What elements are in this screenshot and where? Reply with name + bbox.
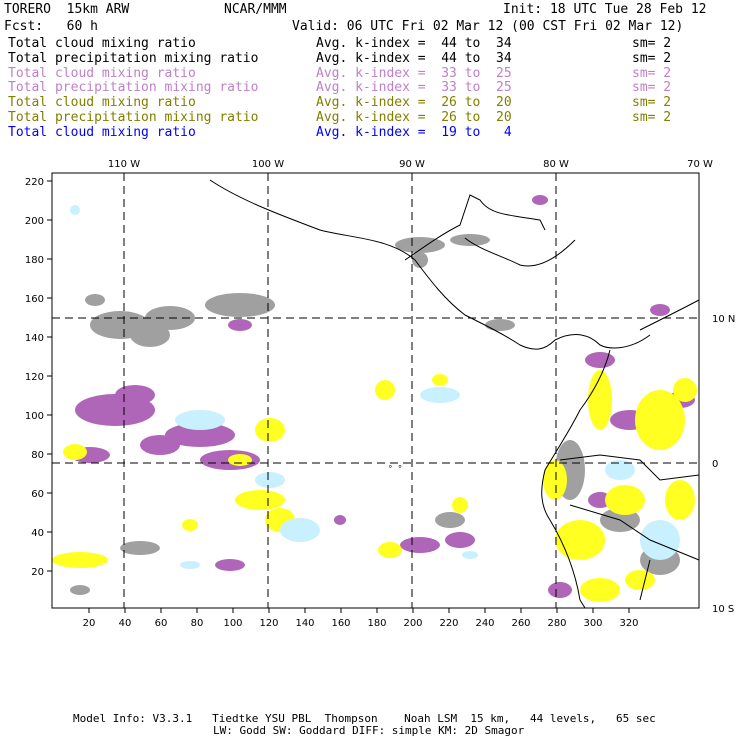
cloud-field-yellow xyxy=(543,460,567,500)
cloud-field-lightblue xyxy=(70,205,80,215)
cloud-field-lightblue xyxy=(175,410,225,430)
cloud-field-yellow xyxy=(452,497,468,513)
y-tick-label: 100 xyxy=(25,411,44,422)
x-tick-label: 180 xyxy=(367,618,386,629)
cloud-field-yellow xyxy=(588,370,612,430)
cloud-field-lightblue xyxy=(280,518,320,542)
longitude-label: 80 W xyxy=(543,159,569,170)
cloud-field-yellow xyxy=(580,578,620,602)
x-tick-label: 20 xyxy=(83,618,96,629)
cloud-field-gray xyxy=(435,512,465,528)
x-tick-label: 300 xyxy=(583,618,602,629)
cloud-field-yellow xyxy=(605,485,645,515)
cloud-field-yellow xyxy=(63,444,87,460)
footer-line-2: LW: Godd SW: Goddard DIFF: simple KM: 2D… xyxy=(213,724,525,737)
cloud-field-gray xyxy=(205,293,275,317)
x-tick-label: 100 xyxy=(223,618,242,629)
latitude-label: 10 N xyxy=(712,314,735,325)
x-tick-label: 80 xyxy=(191,618,204,629)
cloud-field-purple xyxy=(650,304,670,316)
cloud-field-purple xyxy=(215,559,245,571)
cloud-field-yellow xyxy=(235,490,285,510)
cloud-field-gray xyxy=(450,234,490,246)
cloud-field-yellow xyxy=(665,480,695,520)
x-tick-label: 320 xyxy=(619,618,638,629)
longitude-label: 100 W xyxy=(252,159,284,170)
y-tick-label: 60 xyxy=(31,489,44,500)
x-tick-label: 200 xyxy=(403,618,422,629)
x-tick-label: 120 xyxy=(259,618,278,629)
cloud-field-lightblue xyxy=(255,472,285,488)
cloud-field-yellow xyxy=(555,520,605,560)
y-tick-label: 220 xyxy=(25,177,44,188)
y-tick-label: 180 xyxy=(25,255,44,266)
x-tick-label: 60 xyxy=(155,618,168,629)
cloud-field-lightblue xyxy=(640,520,680,560)
x-tick-label: 260 xyxy=(511,618,530,629)
cloud-field-purple xyxy=(585,352,615,368)
cloud-field-lightblue xyxy=(180,561,200,569)
cloud-field-purple xyxy=(228,319,252,331)
y-tick-label: 80 xyxy=(31,450,44,461)
weather-map-figure: TORERO 15km ARW NCAR/MMM Init: 18 UTC Tu… xyxy=(0,0,740,740)
cloud-field-yellow xyxy=(228,454,252,466)
latitude-label: 10 S xyxy=(712,604,734,615)
longitude-label: 90 W xyxy=(399,159,425,170)
cloud-field-yellow xyxy=(375,380,395,400)
x-tick-label: 40 xyxy=(119,618,132,629)
cloud-field-gray xyxy=(485,319,515,331)
cloud-field-yellow xyxy=(378,542,402,558)
cloud-field-gray xyxy=(70,585,90,595)
x-tick-label: 160 xyxy=(331,618,350,629)
y-tick-label: 40 xyxy=(31,528,44,539)
cloud-field-yellow xyxy=(182,519,198,531)
cloud-field-gray xyxy=(130,323,170,347)
cloud-field-purple xyxy=(532,195,548,205)
cloud-field-lightblue xyxy=(462,551,478,559)
x-tick-label: 280 xyxy=(547,618,566,629)
cloud-field-lightblue xyxy=(420,387,460,403)
x-tick-label: 140 xyxy=(295,618,314,629)
cloud-field-yellow xyxy=(52,552,108,568)
cloud-field-purple xyxy=(334,515,346,525)
cloud-field-yellow xyxy=(625,570,655,590)
cloud-field-purple xyxy=(115,385,155,405)
x-tick-label: 240 xyxy=(475,618,494,629)
latitude-label: 0 xyxy=(712,459,718,470)
x-tick-label: 220 xyxy=(439,618,458,629)
y-tick-label: 160 xyxy=(25,294,44,305)
y-tick-label: 200 xyxy=(25,216,44,227)
cloud-field-yellow xyxy=(432,374,448,386)
cloud-field-gray xyxy=(85,294,105,306)
map-plot: ∘ ∘110 W 100 W 90 W 80 W 70 W10 N010 S20 40 60… xyxy=(25,159,735,629)
cloud-field-purple xyxy=(548,582,572,598)
cloud-field-gray xyxy=(120,541,160,555)
cloud-field-yellow xyxy=(255,418,285,442)
longitude-label: 110 W xyxy=(108,159,140,170)
y-tick-label: 120 xyxy=(25,372,44,383)
cloud-field-purple xyxy=(400,537,440,553)
longitude-label: 70 W xyxy=(687,159,713,170)
cloud-field-purple xyxy=(445,532,475,548)
cloud-field-gray xyxy=(395,237,445,253)
y-tick-label: 140 xyxy=(25,333,44,344)
cloud-field-purple xyxy=(140,435,180,455)
y-tick-label: 20 xyxy=(31,567,44,578)
cloud-field-yellow xyxy=(673,378,697,402)
